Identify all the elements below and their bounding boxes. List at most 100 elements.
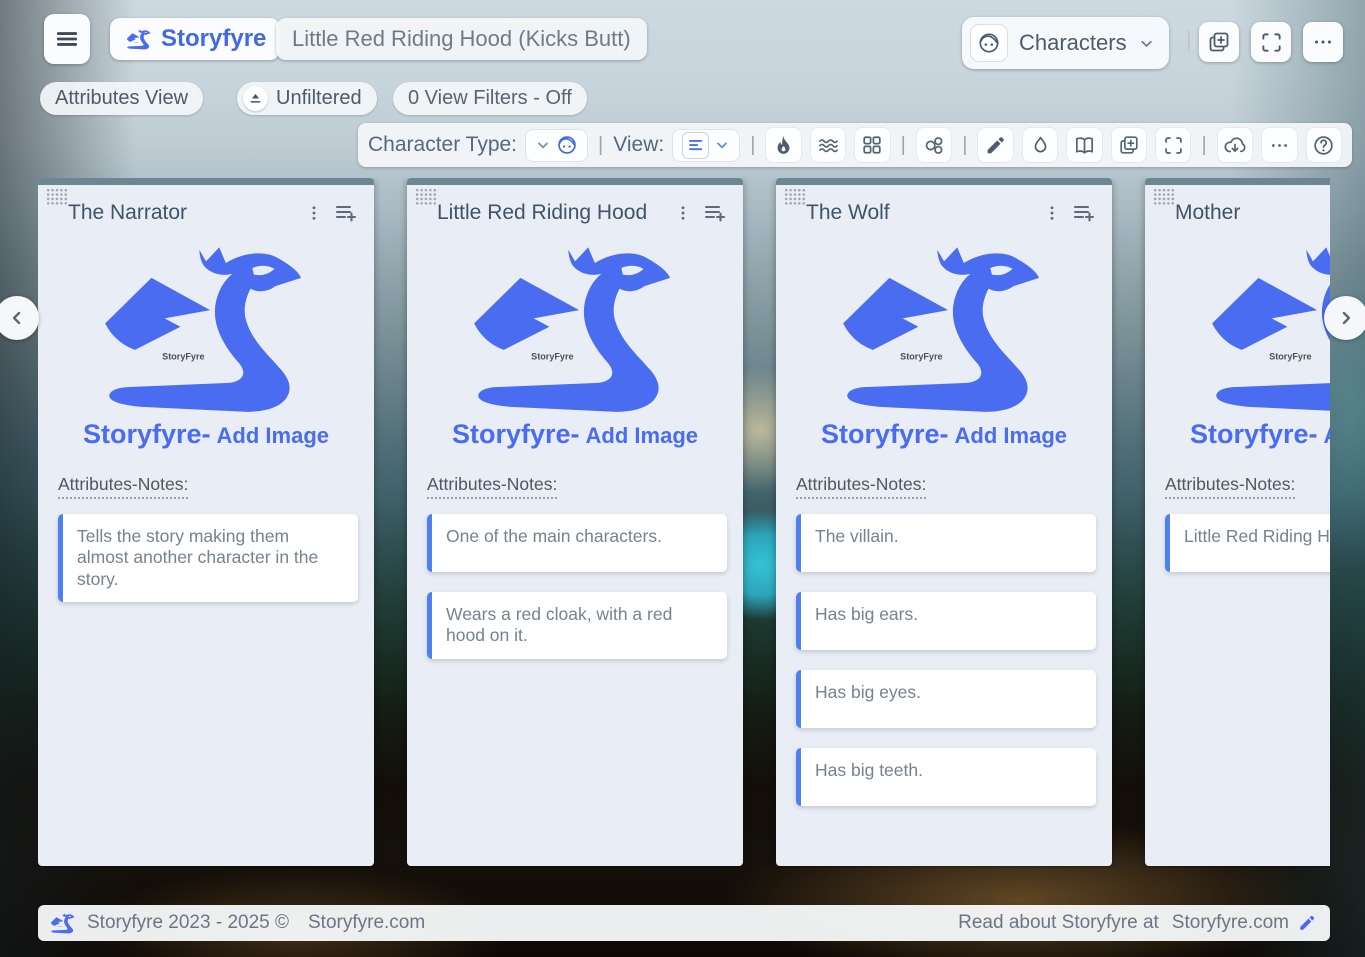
- card-top-strip: [38, 178, 374, 185]
- note-text: Has big teeth.: [815, 760, 1082, 781]
- caption-action: Add Image: [955, 423, 1067, 448]
- add-image-caption[interactable]: Storyfyre-Add Image: [407, 419, 743, 450]
- note-card[interactable]: The villain.: [796, 514, 1096, 572]
- mode-label: Characters: [1019, 30, 1127, 56]
- note-text: Has big eyes.: [815, 682, 1082, 703]
- fullscreen-icon[interactable]: [1155, 127, 1191, 163]
- character-image-placeholder[interactable]: StoryFyre Storyfyre-Add Image: [407, 243, 743, 450]
- chevron-left-icon: [7, 308, 27, 328]
- character-image-placeholder[interactable]: StoryFyre Storyfyre-Add Image: [1145, 243, 1330, 450]
- add-note-icon[interactable]: [703, 201, 727, 225]
- storyfyre-dragon-logo: StoryFyre: [407, 243, 743, 417]
- note-text: One of the main characters.: [446, 526, 713, 547]
- attributes-notes-label[interactable]: Attributes-Notes:: [427, 474, 557, 499]
- flame-icon[interactable]: [765, 127, 801, 163]
- read-about-link[interactable]: Storyfyre.com: [1172, 912, 1289, 934]
- kebab-menu-icon[interactable]: [674, 204, 692, 222]
- more-options-icon[interactable]: [1261, 127, 1297, 163]
- cloud-download-icon[interactable]: [1217, 127, 1253, 163]
- note-card[interactable]: Has big eyes.: [796, 670, 1096, 728]
- view-mode-pill[interactable]: Attributes View: [40, 82, 203, 115]
- view-style-dropdown[interactable]: [672, 129, 740, 162]
- note-card[interactable]: Wears a red cloak, with a red hood on it…: [427, 592, 727, 659]
- card-title: The Wolf: [806, 201, 1043, 225]
- dragon-watermark: StoryFyre: [900, 352, 942, 362]
- footer-site-link[interactable]: Storyfyre.com: [308, 912, 425, 934]
- attributes-notes-label[interactable]: Attributes-Notes:: [796, 474, 926, 499]
- drag-handle-icon[interactable]: [46, 188, 68, 206]
- add-note-icon[interactable]: [1072, 201, 1096, 225]
- footer-dragon-icon: StoryFyre: [48, 913, 78, 934]
- relationship-graph-icon[interactable]: [916, 127, 952, 163]
- dragon-watermark: StoryFyre: [1269, 352, 1311, 362]
- caption-brand: Storyfyre-: [452, 419, 580, 449]
- character-image-placeholder[interactable]: StoryFyre Storyfyre-Add Image: [776, 243, 1112, 450]
- droplet-icon[interactable]: [1022, 127, 1058, 163]
- caption-brand: Storyfyre-: [821, 419, 949, 449]
- brand-dragon-icon: StoryFyre: [124, 29, 154, 50]
- notes-list: Tells the story making them almost anoth…: [58, 514, 358, 602]
- card-top-strip: [1145, 178, 1330, 185]
- attributes-notes-label[interactable]: Attributes-Notes:: [58, 474, 188, 499]
- brand-name: Storyfyre: [161, 25, 266, 53]
- grid-view-icon[interactable]: [854, 127, 890, 163]
- view-filters-pill[interactable]: 0 View Filters - Off: [393, 82, 587, 115]
- card-title: Mother: [1175, 201, 1330, 225]
- drag-handle-icon[interactable]: [415, 188, 437, 206]
- character-face-icon[interactable]: [970, 24, 1008, 62]
- note-text: Has big ears.: [815, 604, 1082, 625]
- chevron-down-icon: [714, 137, 730, 153]
- toolbar-divider: |: [1199, 134, 1208, 157]
- header-divider: |: [1186, 28, 1191, 52]
- kebab-menu-icon[interactable]: [305, 204, 323, 222]
- board-toolbar: Character Type: | View: | |: [358, 123, 1352, 167]
- project-title[interactable]: Little Red Riding Hood (Kicks Butt): [276, 18, 647, 60]
- character-type-label: Character Type:: [368, 133, 517, 157]
- note-card[interactable]: One of the main characters.: [427, 514, 727, 572]
- note-card[interactable]: Little Red Riding H: [1165, 514, 1330, 572]
- add-note-icon[interactable]: [334, 201, 358, 225]
- waves-icon[interactable]: [810, 127, 846, 163]
- caption-action: Add Image: [217, 423, 329, 448]
- scroll-right-button[interactable]: [1324, 296, 1365, 340]
- hamburger-menu-button[interactable]: [44, 14, 90, 64]
- fullscreen-button[interactable]: [1251, 22, 1291, 62]
- book-icon[interactable]: [1066, 127, 1102, 163]
- dragon-watermark: StoryFyre: [58, 925, 63, 928]
- filter-state-pill[interactable]: Unfiltered: [237, 82, 377, 115]
- filter-funnel-icon: [243, 86, 268, 111]
- drag-handle-icon[interactable]: [784, 188, 806, 206]
- caption-brand: Storyfyre-: [83, 419, 211, 449]
- add-image-caption[interactable]: Storyfyre-Add Image: [38, 419, 374, 450]
- mode-selector[interactable]: Characters: [962, 17, 1169, 69]
- card-top-strip: [407, 178, 743, 185]
- kebab-menu-icon[interactable]: [1043, 204, 1061, 222]
- toolbar-divider: |: [899, 134, 908, 157]
- note-card[interactable]: Has big teeth.: [796, 748, 1096, 806]
- note-text: The villain.: [815, 526, 1082, 547]
- storyfyre-dragon-logo: StoryFyre: [1145, 243, 1330, 417]
- notes-list: One of the main characters. Wears a red c…: [427, 514, 727, 659]
- chevron-down-icon: [535, 137, 551, 153]
- character-image-placeholder[interactable]: StoryFyre Storyfyre-Add Image: [38, 243, 374, 450]
- chevron-down-icon: [1138, 35, 1155, 52]
- duplicate-view-button[interactable]: [1199, 22, 1239, 62]
- add-image-caption[interactable]: Storyfyre-Add Image: [776, 419, 1112, 450]
- character-type-dropdown[interactable]: [525, 129, 588, 162]
- note-card[interactable]: Tells the story making them almost anoth…: [58, 514, 358, 602]
- attributes-notes-label[interactable]: Attributes-Notes:: [1165, 474, 1295, 499]
- help-icon[interactable]: [1306, 127, 1342, 163]
- note-card[interactable]: Has big ears.: [796, 592, 1096, 650]
- card-top-strip: [776, 178, 1112, 185]
- drag-handle-icon[interactable]: [1153, 188, 1175, 206]
- character-card: Little Red Riding Hood StoryFyre Storyfy…: [407, 178, 743, 866]
- character-face-icon: [556, 134, 578, 156]
- add-image-caption[interactable]: Storyfyre-Add Image: [1145, 419, 1330, 450]
- more-options-button[interactable]: [1303, 22, 1343, 62]
- duplicate-icon[interactable]: [1111, 127, 1147, 163]
- edit-pencil-icon[interactable]: [977, 127, 1013, 163]
- brand-button[interactable]: StoryFyre Storyfyre: [110, 18, 280, 60]
- storyfyre-dragon-logo: StoryFyre: [38, 243, 374, 417]
- chevron-right-icon: [1336, 308, 1356, 328]
- note-text: Wears a red cloak, with a red hood on it…: [446, 604, 713, 647]
